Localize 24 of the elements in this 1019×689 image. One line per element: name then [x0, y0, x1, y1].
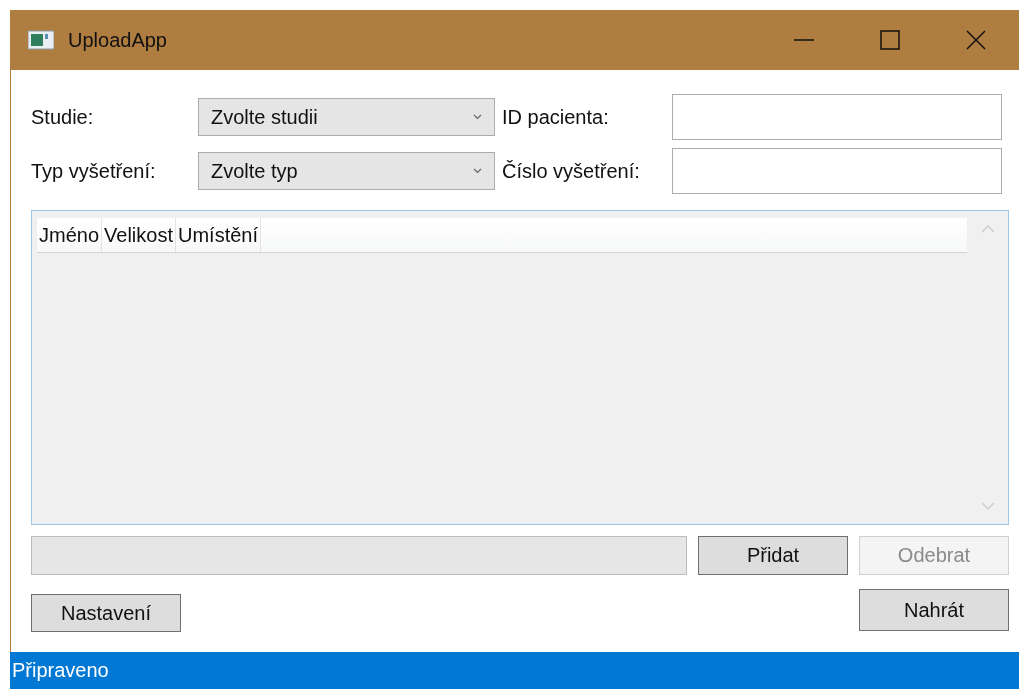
close-icon: [966, 30, 986, 50]
field-label: Studie:: [31, 105, 95, 129]
chevron-up-icon: [980, 225, 995, 233]
column-header[interactable]: Umístění: [175, 218, 261, 252]
input-field[interactable]: [672, 94, 1002, 140]
add-button[interactable]: Přidat: [698, 536, 848, 575]
column-header[interactable]: Velikost: [102, 218, 176, 252]
app-icon: [28, 30, 54, 50]
dropdown[interactable]: Zvolte typ: [198, 152, 495, 190]
dropdown[interactable]: Zvolte studii: [198, 98, 495, 136]
window-title: UploadApp: [68, 28, 167, 52]
chevron-down-icon: [980, 502, 995, 510]
status-text: Připraveno: [12, 659, 109, 682]
field-label: Typ vyšetření:: [31, 159, 157, 183]
chevron-down-icon: [473, 168, 482, 174]
maximize-icon: [880, 30, 900, 50]
field-label: Číslo vyšetření:: [501, 159, 641, 183]
input-field[interactable]: [672, 148, 1002, 194]
settings-button[interactable]: Nastavení: [31, 594, 181, 632]
chevron-down-icon: [473, 114, 482, 120]
minimize-icon: [794, 39, 814, 41]
column-header[interactable]: Jméno: [37, 218, 103, 252]
upload-button[interactable]: Nahrát: [859, 589, 1009, 631]
field-label: ID pacienta:: [501, 105, 610, 129]
